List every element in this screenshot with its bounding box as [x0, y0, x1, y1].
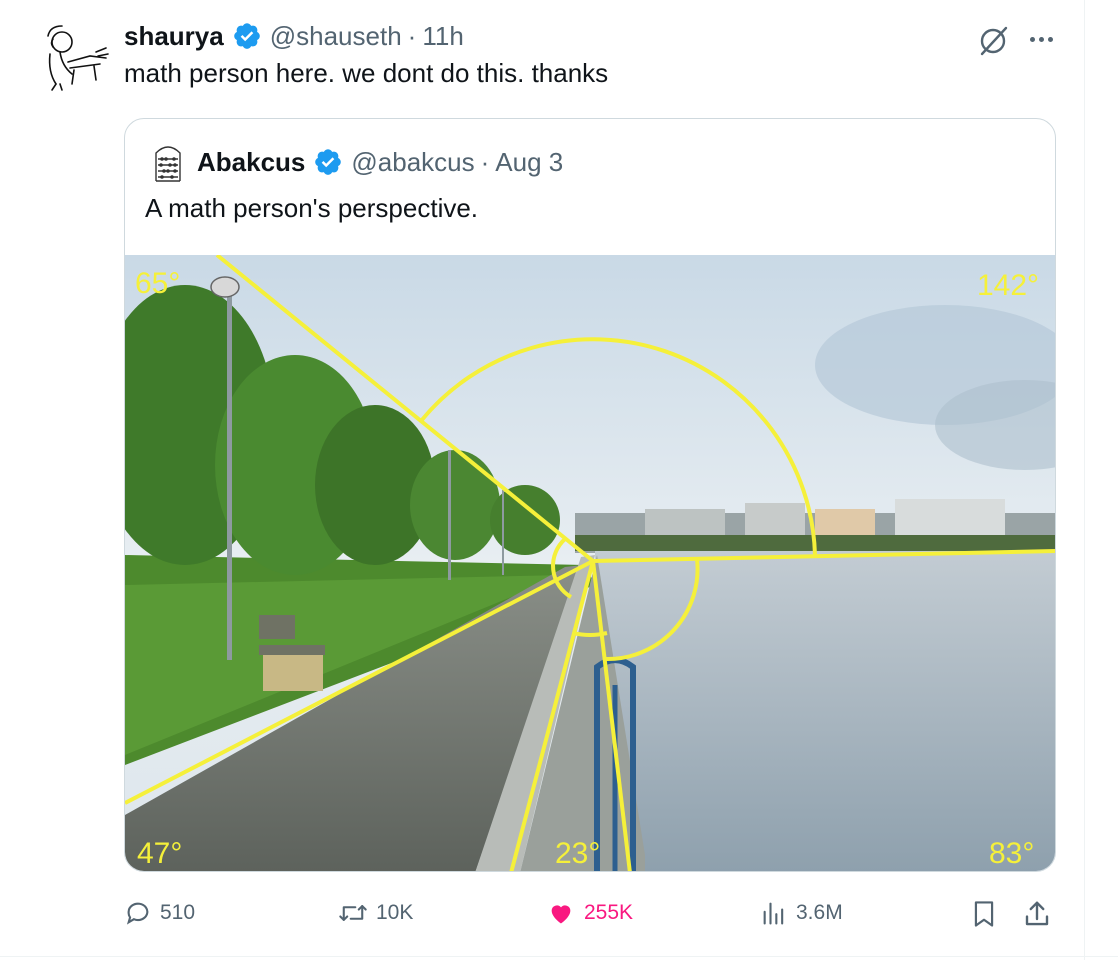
- quoted-author-name[interactable]: Abakcus: [197, 147, 305, 178]
- angle-label-top-right: 142°: [977, 269, 1039, 302]
- views-icon: [763, 902, 784, 925]
- quoted-photo[interactable]: 65° 142° 47° 23° 83°: [125, 255, 1056, 872]
- tweet-header: shaurya @shauseth · 11h: [124, 18, 464, 54]
- reply-icon: [126, 902, 149, 925]
- angle-label-top-left: 65°: [135, 267, 180, 300]
- post-time[interactable]: 11h: [422, 21, 463, 52]
- quoted-tweet-text: A math person's perspective.: [145, 193, 479, 223]
- repost-button[interactable]: 10K: [338, 895, 413, 931]
- repost-icon: [339, 905, 367, 921]
- heart-icon: [551, 905, 571, 924]
- separator-dot: ·: [480, 146, 490, 177]
- share-icon[interactable]: [1022, 899, 1052, 929]
- column-divider: [1084, 0, 1085, 960]
- angle-label-bottom-right: 83°: [989, 837, 1034, 870]
- action-bar: 510 10K 255K 3.6M: [0, 895, 1118, 935]
- grok-icon[interactable]: [976, 24, 1010, 58]
- views-button[interactable]: 3.6M: [760, 895, 843, 931]
- angle-label-bottom-left: 47°: [137, 837, 182, 870]
- quoted-post-date[interactable]: Aug 3: [495, 147, 563, 178]
- reply-button[interactable]: 510: [124, 895, 195, 931]
- reply-count: 510: [160, 901, 196, 924]
- more-icon[interactable]: [1024, 22, 1058, 56]
- author-handle[interactable]: @shauseth: [270, 21, 402, 52]
- tweet-text: math person here. we dont do this. thank…: [124, 58, 609, 88]
- verified-badge-icon[interactable]: [313, 147, 343, 177]
- quoted-header: Abakcus @abakcus · Aug 3: [197, 145, 563, 179]
- like-button[interactable]: 255K: [546, 895, 633, 931]
- like-count: 255K: [584, 901, 634, 924]
- tweet-divider: [0, 956, 1118, 957]
- view-count: 3.6M: [796, 901, 843, 924]
- tweet-card[interactable]: shaurya @shauseth · 11h math person here…: [0, 0, 1118, 960]
- quoted-tweet[interactable]: Abakcus @abakcus · Aug 3 A math person's…: [124, 118, 1056, 872]
- separator-dot: ·: [407, 20, 417, 51]
- author-avatar[interactable]: [40, 22, 110, 92]
- abacus-avatar[interactable]: [153, 143, 183, 183]
- verified-badge-icon[interactable]: [232, 21, 262, 51]
- author-name[interactable]: shaurya: [124, 21, 224, 52]
- angle-label-bottom-center: 23°: [555, 837, 600, 870]
- repost-count: 10K: [376, 901, 414, 924]
- bookmark-icon[interactable]: [970, 899, 998, 929]
- quoted-author-handle[interactable]: @abakcus: [351, 147, 474, 178]
